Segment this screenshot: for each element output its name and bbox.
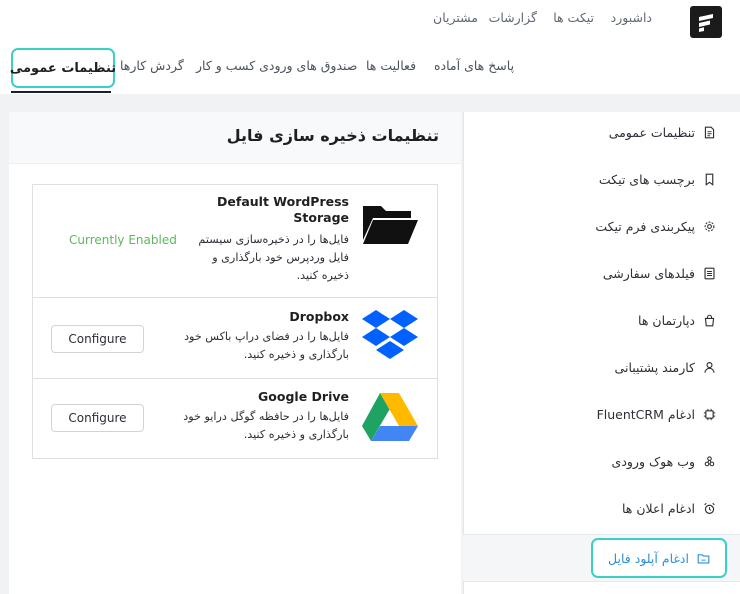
configure-google-drive-button[interactable]: Configure bbox=[51, 404, 144, 432]
storage-card-dropbox: Dropbox فایل‌ها را در فضای دراپ باکس خود… bbox=[33, 298, 437, 379]
storage-list: Default WordPress Storage فایل‌ها را در … bbox=[32, 184, 438, 459]
list-icon bbox=[704, 267, 715, 280]
sidebar-item-label: ادغام اعلان ها bbox=[621, 501, 695, 516]
nav-reports[interactable]: گزارشات bbox=[489, 10, 537, 25]
storage-card-google-drive: Google Drive فایل‌ها را در حافظه گوگل در… bbox=[33, 379, 437, 459]
sidebar-item-ticket-form[interactable]: پیکربندی فرم تیکت bbox=[595, 219, 716, 234]
sidebar-item-fluentcrm[interactable]: ادغام FluentCRM bbox=[597, 407, 716, 422]
sidebar-item-notifications[interactable]: ادغام اعلان ها bbox=[622, 501, 716, 516]
sidebar-item-label: دپارتمان ها bbox=[638, 313, 695, 328]
sidebar-item-label: کارمند پشتیبانی bbox=[614, 360, 695, 375]
sidebar-item-ticket-tags[interactable]: برچسب های تیکت bbox=[599, 172, 716, 187]
user-icon bbox=[704, 362, 715, 373]
fluent-logo-icon bbox=[699, 14, 713, 32]
nav-customers[interactable]: مشتریان bbox=[433, 10, 478, 25]
document-icon bbox=[704, 126, 715, 139]
google-drive-icon bbox=[362, 393, 418, 441]
tab-saved-replies[interactable]: پاسخ های آماده bbox=[434, 58, 514, 73]
bookmark-icon bbox=[705, 173, 714, 186]
tab-general-settings[interactable]: تنظیمات عمومی bbox=[10, 48, 116, 88]
tab-activities[interactable]: فعالیت ها bbox=[366, 58, 416, 73]
sidebar-item-label: برچسب های تیکت bbox=[598, 172, 695, 187]
sidebar-item-label: پیکربندی فرم تیکت bbox=[595, 219, 695, 234]
storage-card-wordpress: Default WordPress Storage فایل‌ها را در … bbox=[33, 185, 437, 298]
nav-tickets[interactable]: تیکت ها bbox=[553, 10, 594, 25]
storage-name: Default WordPress Storage bbox=[217, 194, 349, 225]
sidebar-item-file-upload[interactable]: ادغام آپلود فایل bbox=[591, 538, 727, 578]
folder-icon bbox=[697, 553, 710, 564]
storage-description: فایل‌ها را در ذخیره‌سازی سیستم فایل وردپ… bbox=[198, 233, 349, 282]
storage-description: فایل‌ها را در حافظه گوگل درایو خود بارگذ… bbox=[183, 410, 349, 441]
tab-active-underline bbox=[11, 91, 111, 93]
settings-tabs: تنظیمات عمومی گردش کارها صندوق های ورودی… bbox=[0, 44, 740, 94]
sidebar-item-support-staff[interactable]: کارمند پشتیبانی bbox=[615, 360, 716, 375]
folder-open-icon bbox=[363, 206, 418, 244]
sidebar-item-label: فیلدهای سفارشی bbox=[602, 266, 695, 281]
sidebar-item-departments[interactable]: دپارتمان ها bbox=[638, 313, 716, 328]
gear-icon bbox=[704, 221, 715, 232]
tab-business-inboxes[interactable]: صندوق های ورودی کسب و کار bbox=[196, 58, 357, 73]
storage-name: Dropbox bbox=[289, 309, 349, 324]
sidebar-item-custom-fields[interactable]: فیلدهای سفارشی bbox=[603, 266, 716, 281]
status-badge: Currently Enabled bbox=[69, 233, 177, 247]
top-header: داشبورد تیکت ها گزارشات مشتریان bbox=[0, 0, 740, 42]
webhook-icon bbox=[704, 456, 715, 467]
sidebar-item-label: وب هوک ورودی bbox=[611, 454, 695, 469]
configure-dropbox-button[interactable]: Configure bbox=[51, 325, 144, 353]
alarm-icon bbox=[704, 502, 715, 514]
sidebar-item-general-settings[interactable]: تنظیمات عمومی bbox=[609, 125, 716, 140]
sidebar-item-label: ادغام آپلود فایل bbox=[608, 550, 689, 566]
storage-name: Google Drive bbox=[258, 389, 349, 404]
dropbox-icon bbox=[362, 310, 418, 359]
chip-icon bbox=[703, 408, 716, 421]
tab-workflows[interactable]: گردش کارها bbox=[120, 58, 184, 73]
settings-sidebar: تنظیمات عمومی برچسب های تیکت پیکربندی فر… bbox=[463, 112, 740, 594]
page-title: تنظیمات ذخیره سازی فایل bbox=[226, 126, 439, 145]
panel-header: تنظیمات ذخیره سازی فایل bbox=[9, 112, 461, 164]
sidebar-item-incoming-webhook[interactable]: وب هوک ورودی bbox=[612, 454, 716, 469]
storage-description: فایل‌ها را در فضای دراپ باکس خود بارگذار… bbox=[184, 330, 349, 361]
sidebar-item-label: تنظیمات عمومی bbox=[608, 125, 695, 140]
file-storage-panel: تنظیمات ذخیره سازی فایل Default WordPres… bbox=[9, 112, 461, 594]
bag-icon bbox=[704, 314, 715, 327]
sidebar-item-label: ادغام FluentCRM bbox=[596, 407, 695, 422]
app-logo[interactable] bbox=[690, 6, 722, 38]
nav-dashboard[interactable]: داشبورد bbox=[611, 10, 652, 25]
